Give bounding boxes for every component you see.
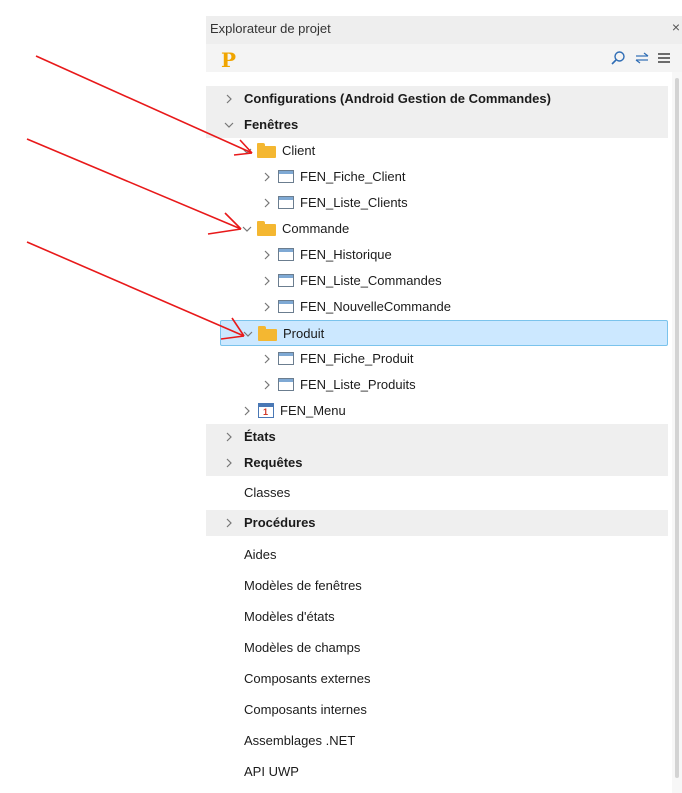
chevron-right-icon[interactable] xyxy=(224,432,234,442)
tree-item-aides[interactable]: Aides xyxy=(206,542,668,568)
tree-label: API UWP xyxy=(244,764,299,779)
menu-icon-glyph: 1 xyxy=(263,407,269,417)
tree-item-configurations[interactable]: Configurations (Android Gestion de Comma… xyxy=(206,86,668,112)
menu-window-icon: 1 xyxy=(258,403,274,418)
tree-label: Modèles de fenêtres xyxy=(244,578,362,593)
chevron-right-icon[interactable] xyxy=(224,518,234,528)
window-icon xyxy=(278,170,294,183)
folder-icon xyxy=(257,221,276,236)
tree-item-fen-liste-produits[interactable]: FEN_Liste_Produits xyxy=(206,372,668,398)
search-icon[interactable] xyxy=(610,50,626,66)
tree-item-assemblages-net[interactable]: Assemblages .NET xyxy=(206,728,668,754)
tree-item-composants-internes[interactable]: Composants internes xyxy=(206,697,668,723)
tree-item-fen-liste-clients[interactable]: FEN_Liste_Clients xyxy=(206,190,668,216)
tree-item-fen-menu[interactable]: 1 FEN_Menu xyxy=(206,398,668,424)
tree-label: FEN_NouvelleCommande xyxy=(300,299,452,314)
window-icon xyxy=(278,248,294,261)
tree-label: Fenêtres xyxy=(244,117,299,132)
tree-label: Client xyxy=(282,143,316,158)
explorer-toolbar: P xyxy=(206,44,682,72)
chevron-down-icon[interactable] xyxy=(224,120,234,130)
chevron-right-icon[interactable] xyxy=(262,276,272,286)
tree-item-classes[interactable]: Classes xyxy=(206,480,668,506)
project-explorer-panel: Explorateur de projet × P Configurations… xyxy=(206,16,682,793)
tree-folder-client[interactable]: Client xyxy=(206,138,668,164)
menu-icon[interactable] xyxy=(656,50,672,66)
tree-item-requetes[interactable]: Requêtes xyxy=(206,450,668,476)
tree-item-fen-fiche-client[interactable]: FEN_Fiche_Client xyxy=(206,164,668,190)
tree-item-modeles-fenetres[interactable]: Modèles de fenêtres xyxy=(206,573,668,599)
tree-label: États xyxy=(244,429,276,444)
window-icon xyxy=(278,352,294,365)
tree-label: Requêtes xyxy=(244,455,303,470)
tree-label: FEN_Historique xyxy=(300,247,392,262)
window-icon xyxy=(278,378,294,391)
sync-icon[interactable] xyxy=(634,50,650,66)
tree-label: Modèles d'états xyxy=(244,609,335,624)
chevron-right-icon[interactable] xyxy=(262,250,272,260)
tree-item-modeles-champs[interactable]: Modèles de champs xyxy=(206,635,668,661)
tree-label: Assemblages .NET xyxy=(244,733,356,748)
chevron-right-icon[interactable] xyxy=(262,354,272,364)
window-icon xyxy=(278,274,294,287)
tree-item-fen-historique[interactable]: FEN_Historique xyxy=(206,242,668,268)
tree-item-api-uwp[interactable]: API UWP xyxy=(206,759,668,785)
folder-icon xyxy=(257,143,276,158)
tree-label: FEN_Fiche_Produit xyxy=(300,351,414,366)
tree-item-fen-nouvelle-commande[interactable]: FEN_NouvelleCommande xyxy=(206,294,668,320)
chevron-right-icon[interactable] xyxy=(262,198,272,208)
chevron-right-icon[interactable] xyxy=(224,458,234,468)
folder-icon xyxy=(258,326,277,341)
tree-label: Procédures xyxy=(244,515,316,530)
chevron-down-icon[interactable] xyxy=(242,146,252,156)
tree-label: Produit xyxy=(283,326,325,341)
tree-label: FEN_Menu xyxy=(280,403,346,418)
tree-label: FEN_Liste_Clients xyxy=(300,195,408,210)
tree-item-etats[interactable]: États xyxy=(206,424,668,450)
chevron-right-icon[interactable] xyxy=(224,94,234,104)
tree-item-fen-liste-commandes[interactable]: FEN_Liste_Commandes xyxy=(206,268,668,294)
tree-label: FEN_Liste_Commandes xyxy=(300,273,442,288)
tree-item-fenetres[interactable]: Fenêtres xyxy=(206,112,668,138)
tree-folder-commande[interactable]: Commande xyxy=(206,216,668,242)
tree-item-fen-fiche-produit[interactable]: FEN_Fiche_Produit xyxy=(206,346,668,372)
tree-folder-produit[interactable]: Produit xyxy=(220,320,668,346)
project-logo-icon: P xyxy=(221,48,237,72)
tree-label: Aides xyxy=(244,547,277,562)
tree-label: Modèles de champs xyxy=(244,640,361,655)
chevron-right-icon[interactable] xyxy=(262,172,272,182)
tree-label: Commande xyxy=(282,221,350,236)
window-icon xyxy=(278,300,294,313)
chevron-right-icon[interactable] xyxy=(262,380,272,390)
tree-label: Configurations (Android Gestion de Comma… xyxy=(244,91,551,106)
vertical-scrollbar[interactable] xyxy=(672,72,682,793)
tree-label: Composants internes xyxy=(244,702,367,717)
panel-title: Explorateur de projet xyxy=(210,21,331,36)
chevron-right-icon[interactable] xyxy=(262,302,272,312)
chevron-right-icon[interactable] xyxy=(242,406,252,416)
tree-item-composants-externes[interactable]: Composants externes xyxy=(206,666,668,692)
scrollbar-thumb[interactable] xyxy=(675,78,679,778)
panel-header: Explorateur de projet × xyxy=(206,16,682,44)
tree-label: Classes xyxy=(244,485,291,500)
tree-label: Composants externes xyxy=(244,671,371,686)
tree-label: FEN_Liste_Produits xyxy=(300,377,416,392)
tree-item-modeles-etats[interactable]: Modèles d'états xyxy=(206,604,668,630)
close-icon[interactable]: × xyxy=(670,19,682,35)
window-icon xyxy=(278,196,294,209)
tree-label: FEN_Fiche_Client xyxy=(300,169,406,184)
tree-item-procedures[interactable]: Procédures xyxy=(206,510,668,536)
chevron-down-icon[interactable] xyxy=(242,224,252,234)
chevron-down-icon[interactable] xyxy=(243,329,253,339)
